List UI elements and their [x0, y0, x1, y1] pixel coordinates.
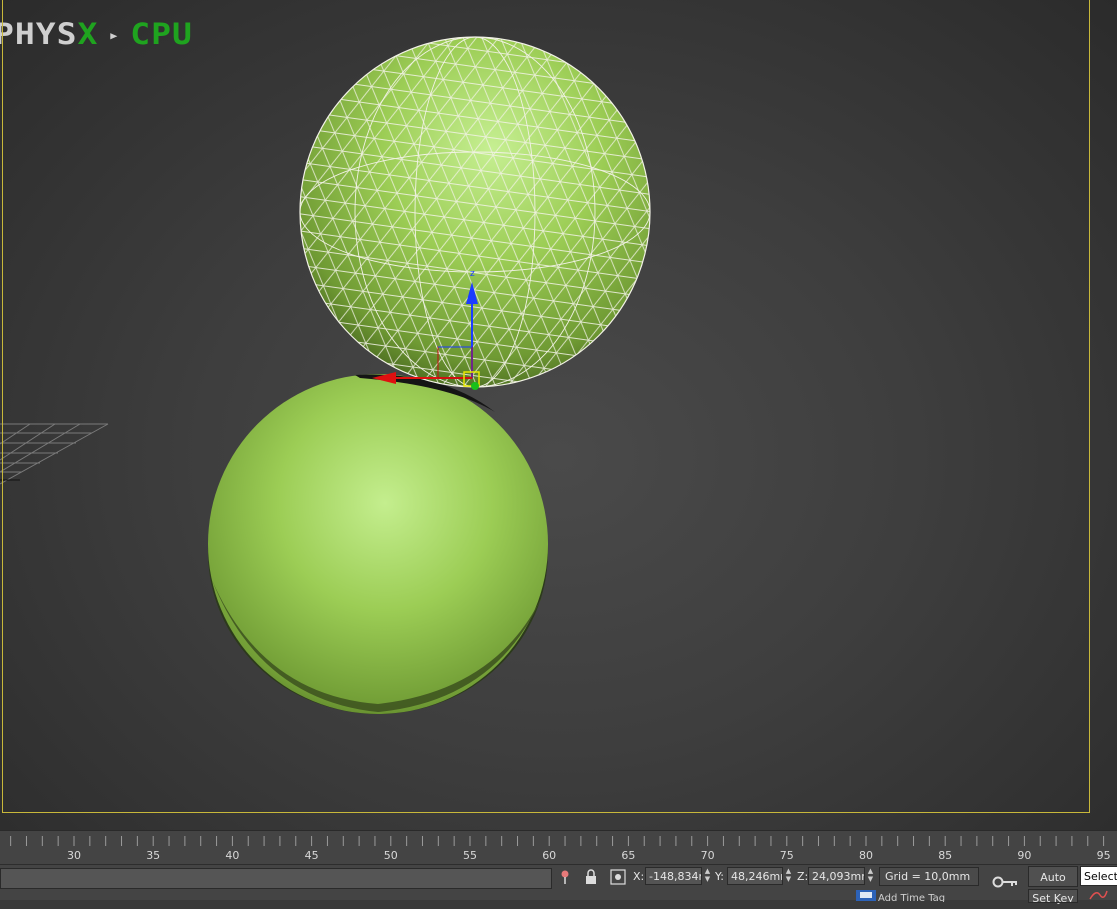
y-coord-label: Y: [715, 870, 724, 883]
auto-key-button[interactable]: Auto Key [1028, 866, 1078, 905]
physx-word: PHYS [0, 15, 78, 52]
timeline-tick-label: 55 [463, 849, 477, 862]
timeline-tick-label: 40 [225, 849, 239, 862]
physx-mode: CPU [130, 15, 193, 52]
timeline-tick-label: 35 [146, 849, 160, 862]
x-coord-field[interactable]: -148,834m [645, 867, 702, 885]
timeline-tick-label: 85 [938, 849, 952, 862]
physx-cpu-indicator: PHYSX ▸ CPU [0, 16, 193, 51]
physx-x: X [77, 15, 99, 52]
prompt-line[interactable] [0, 868, 552, 889]
viewport-scene[interactable]: z [0, 0, 1117, 830]
set-keys-key-icon[interactable] [990, 875, 1020, 889]
grid-size-display: Grid = 10,0mm [879, 867, 979, 886]
timeline-tick-label: 90 [1017, 849, 1031, 862]
set-key-button[interactable]: Set Key [1028, 889, 1078, 903]
home-grid [0, 423, 109, 485]
track-bar-ruler[interactable]: 30 35 40 45 50 55 60 65 70 75 80 85 90 95 [0, 831, 1117, 865]
z-coord-spinner[interactable]: ▲ ▼ [866, 867, 875, 885]
isolate-selection-icon[interactable] [556, 868, 574, 886]
x-coord-spinner[interactable]: ▲ ▼ [703, 867, 712, 885]
bottom-sphere[interactable] [208, 374, 548, 714]
timeline-tick-label: 65 [621, 849, 635, 862]
lock-selection-icon[interactable] [582, 868, 600, 886]
y-coord-field[interactable]: 48,246mm [727, 867, 783, 885]
add-time-tag[interactable]: Add Time Tag [878, 890, 1018, 902]
track-bar[interactable]: 30 35 40 45 50 55 60 65 70 75 80 85 90 95 [0, 830, 1117, 865]
timeline-tick-label: 95 [1097, 849, 1111, 862]
timeline-tick-label: 80 [859, 849, 873, 862]
physx-separator: ▸ [108, 25, 121, 45]
z-coord-field[interactable]: 24,093mm [808, 867, 865, 885]
z-coord-label: Z: [797, 870, 809, 883]
gizmo-z-label: z [470, 269, 475, 279]
timeline-tick-label: 70 [701, 849, 715, 862]
x-coord-label: X: [633, 870, 645, 883]
timeline-tick-label: 75 [780, 849, 794, 862]
timeline-tick-label: 50 [384, 849, 398, 862]
key-filter-dropdown[interactable]: Selected [1080, 866, 1117, 886]
timeline-tick-label: 60 [542, 849, 556, 862]
top-sphere-selected[interactable] [290, 30, 670, 400]
absolute-mode-transform-icon[interactable] [609, 868, 627, 886]
timeline-tick-label: 45 [305, 849, 319, 862]
timeline-tick-label: 30 [67, 849, 81, 862]
time-tag-icon[interactable] [855, 889, 877, 901]
perspective-viewport[interactable]: z PHYSX ▸ CPU [0, 0, 1117, 830]
curve-editor-icon[interactable] [1088, 889, 1108, 900]
status-bar: X: -148,834m ▲▼ Y: 48,246mm ▲▼ Z: 24,093… [0, 864, 1117, 905]
y-coord-spinner[interactable]: ▲ ▼ [784, 867, 793, 885]
